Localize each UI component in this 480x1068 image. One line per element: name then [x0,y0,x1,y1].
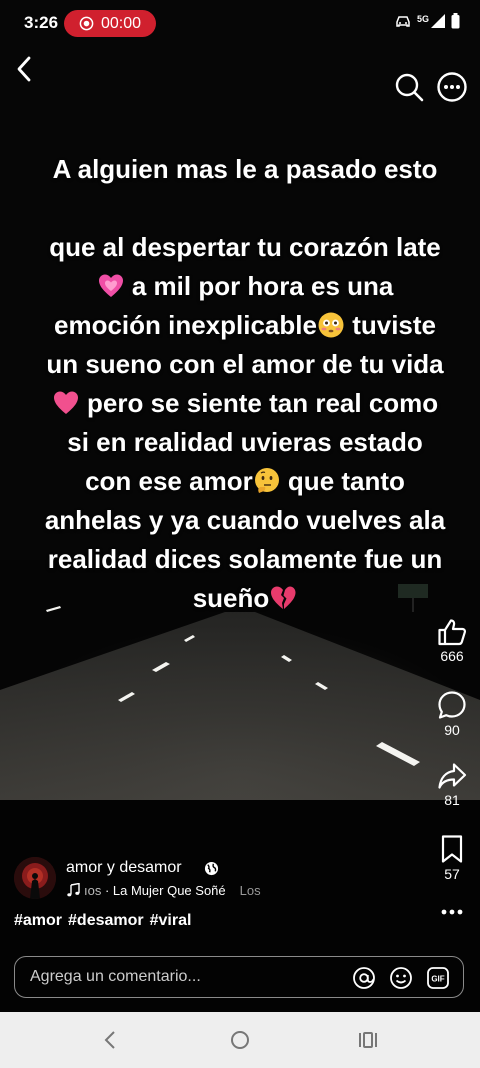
comment-action[interactable]: 90 [428,690,476,738]
music-note-icon [67,883,80,897]
post-text-segment: a mil por hora es una [124,271,394,301]
globe-icon [204,861,219,876]
comment-placeholder: Agrega un comentario... [30,968,201,985]
post-text-segment: pero se siente tan real como [79,388,439,418]
status-time: 3:26 [24,13,59,32]
post-text-line: anhelas y ya cuando vuelves ala [44,505,446,535]
more-options-button[interactable] [436,71,468,103]
post-text-line: sueño [20,579,470,618]
recording-time: 00:00 [101,15,142,32]
gif-icon[interactable]: GIF [426,966,450,990]
back-button[interactable] [10,54,40,84]
car-icon [395,14,411,33]
thinking-face-icon [254,468,279,493]
hashtag-link[interactable]: #desamor [68,912,144,929]
hashtag-list: #amor #desamor #viral [14,912,197,930]
post-text-line: a mil por hora es una [20,267,470,306]
audio-track[interactable]: ıos · La Mujer Que Soñé Los [66,883,276,901]
post-text-line: si en realidad uvieras estado [67,427,423,457]
audio-title: · La Mujer Que Soñé [101,883,226,898]
nav-home-button[interactable] [228,1028,252,1052]
comment-icon [438,691,466,719]
screen-record-icon [79,16,94,31]
save-action[interactable]: 57 [428,834,476,882]
screen-record-pill[interactable]: 00:00 [64,10,156,37]
post-text-line: A alguien mas le a pasado esto [52,154,438,184]
comment-count: 90 [444,722,460,738]
like-icon [438,619,467,646]
post-text-segment: que tanto [280,466,405,496]
post-text-segment: tuviste [344,310,436,340]
heart-icon [53,391,78,414]
post-text-line: pero se siente tan real como [20,384,470,423]
nav-recents-button[interactable] [356,1028,380,1052]
svg-text:GIF: GIF [431,975,444,984]
search-button[interactable] [394,72,424,102]
save-count: 57 [444,866,460,882]
emoji-picker-icon[interactable] [389,966,413,990]
nav-back-button[interactable] [98,1028,122,1052]
hashtag-link[interactable]: #viral [150,912,192,929]
post-text-segment: sueño [192,583,270,613]
like-count: 666 [440,648,464,664]
broken-heart-icon [271,586,296,609]
hashtag-link[interactable]: #amor [14,912,62,929]
post-text-line: un sueno con el amor de tu vida [46,349,444,379]
system-navigation-bar [0,1012,480,1068]
post-text-line: realidad dices solamente fue un [47,544,443,574]
flushed-face-icon [318,312,344,338]
signal-icon [431,13,445,33]
battery-icon [451,12,460,34]
post-text-segment: emoción inexplicable [53,310,317,340]
growing-heart-icon [98,274,123,297]
like-action[interactable]: 666 [428,618,476,664]
bookmark-icon [441,835,463,863]
audio-text-suffix: Los [239,883,261,898]
post-text-overlay: A alguien mas le a pasado esto que al de… [20,150,470,618]
status-bar: 3:26 00:00 5G [0,0,480,46]
post-text-line: que al despertar tu corazón late [49,232,441,262]
share-count: 81 [444,792,460,808]
author-avatar[interactable] [14,857,56,899]
post-text-line: con ese amor que tanto [20,462,470,501]
post-text-segment: con ese amor [85,466,253,496]
share-icon [438,763,467,789]
author-name[interactable]: amor y desamor [66,859,182,877]
mention-icon[interactable] [352,966,376,990]
comment-input[interactable]: Agrega un comentario... GIF [14,956,464,998]
post-text-line: emoción inexplicable tuviste [20,306,470,345]
post-more-button[interactable] [438,904,466,920]
network-label: 5G [416,14,429,24]
share-action[interactable]: 81 [428,762,476,808]
audio-text-prefix: ıos [84,883,102,898]
